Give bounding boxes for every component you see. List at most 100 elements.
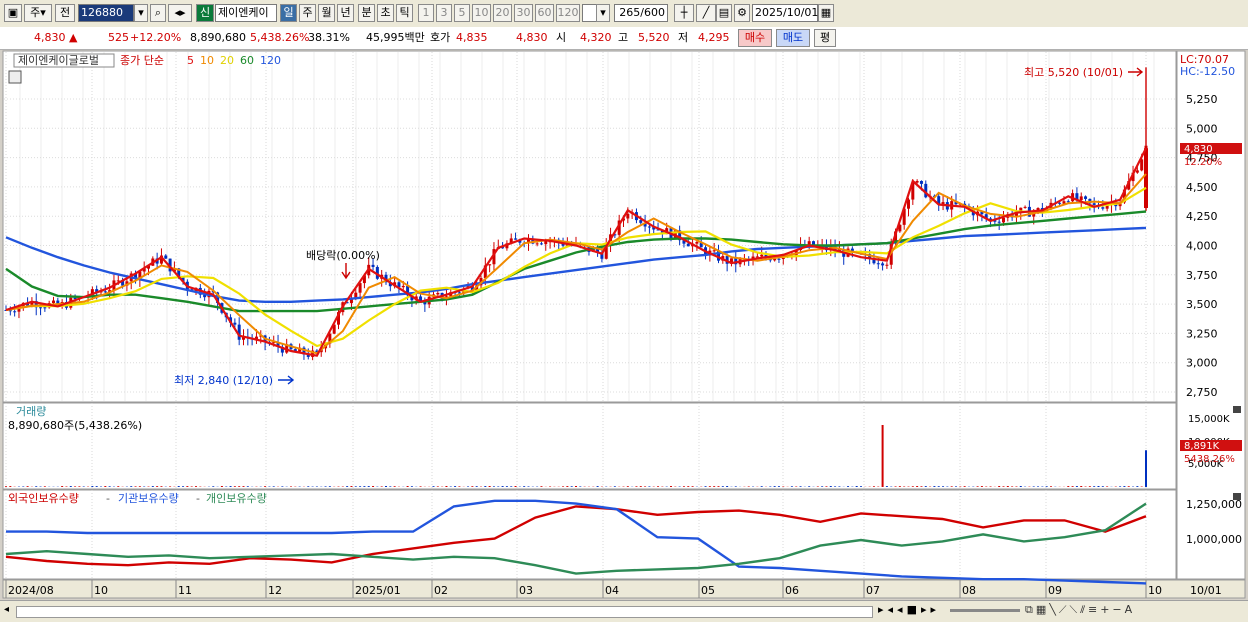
volume-bar <box>657 486 659 487</box>
table-toggle-icon[interactable] <box>9 71 21 83</box>
interval-5[interactable]: 5 <box>454 4 470 22</box>
volume-bar <box>61 486 63 487</box>
interval-60[interactable]: 60 <box>535 4 554 22</box>
bid-label: 호가 <box>430 30 450 46</box>
stock-chart[interactable]: 5,2505,0004,7504,5004,2504,0003,7503,500… <box>0 49 1248 600</box>
candle-body <box>998 222 1001 223</box>
volume-bar <box>977 486 979 487</box>
volume-bar <box>273 486 275 487</box>
stop-icon[interactable]: ■ <box>907 603 921 616</box>
volume-bar <box>27 486 29 487</box>
volume-bar <box>389 486 391 487</box>
holding-panel-close-icon[interactable] <box>1233 493 1241 500</box>
cross-tool-icon[interactable]: + <box>1100 603 1112 616</box>
volume-bar <box>1093 486 1095 487</box>
volume-bar <box>648 486 650 487</box>
sell-button[interactable]: 매도 <box>776 29 810 47</box>
volume-bar <box>571 486 573 487</box>
interval-20[interactable]: 20 <box>493 4 512 22</box>
price-tick-label: 3,250 <box>1186 327 1218 340</box>
volume-bar <box>264 486 266 487</box>
holding-axis-1000000: 1,000,000 <box>1186 533 1242 546</box>
candle-body <box>540 243 543 244</box>
market-select[interactable]: 주▾ <box>24 4 52 22</box>
volume-bar <box>130 486 132 487</box>
minus-tool-icon[interactable]: − <box>1112 603 1124 616</box>
stock-code-input[interactable]: 126880 <box>78 4 134 22</box>
interval-1[interactable]: 1 <box>418 4 434 22</box>
tab-period-second[interactable]: 초 <box>377 4 394 22</box>
scrollbar-track[interactable] <box>16 606 873 618</box>
prev-button[interactable]: 전 <box>55 4 75 22</box>
volume-bar <box>1015 486 1017 487</box>
date-field[interactable]: 2025/10/01 <box>752 4 818 22</box>
candle-body <box>536 243 539 244</box>
candle-body <box>1136 170 1139 172</box>
volume-bar <box>78 486 80 487</box>
bar-count-field[interactable]: 265/600 <box>614 4 668 22</box>
ray-tool-icon[interactable]: ⟋ <box>1059 603 1070 616</box>
calendar-icon[interactable]: ▦ <box>818 4 834 22</box>
trend-tool-icon[interactable]: ⟍ <box>1069 603 1080 616</box>
code-dropdown-icon[interactable]: ▾ <box>134 4 148 22</box>
volume-bar <box>1106 486 1108 487</box>
volume-bar <box>169 486 171 487</box>
speaker-icon[interactable]: ◂▸ <box>168 4 192 22</box>
volume-bar <box>735 486 737 487</box>
channel-tool-icon[interactable]: ⫽ <box>1080 603 1088 616</box>
step-forward-icon[interactable]: ▸ <box>878 603 888 616</box>
volume-bar <box>325 486 327 487</box>
rewind-icon[interactable]: ◂◂ <box>888 603 907 616</box>
draw-tool-icon[interactable]: ╱ <box>696 4 716 22</box>
volume-bar <box>873 486 875 487</box>
tab-period-month[interactable]: 월 <box>318 4 335 22</box>
volume-bar <box>497 486 499 487</box>
interval-120[interactable]: 120 <box>556 4 580 22</box>
low-price: 4,295 <box>698 30 730 46</box>
drawing-tools[interactable]: ⧉▦╲⟋⟍⫽≡+−A <box>1025 603 1240 619</box>
gear-icon[interactable]: ⚙ <box>734 4 750 22</box>
fast-forward-icon[interactable]: ▸▸ <box>921 603 940 616</box>
tab-period-week[interactable]: 주 <box>299 4 316 22</box>
volume-bar <box>614 486 616 487</box>
tab-period-minute[interactable]: 분 <box>358 4 375 22</box>
stock-name-field: 제이엔케이 <box>215 4 277 22</box>
time-tick-label: 03 <box>519 584 533 597</box>
interval-10[interactable]: 10 <box>472 4 491 22</box>
tab-period-tick[interactable]: 틱 <box>396 4 413 22</box>
price-panel <box>3 51 1176 402</box>
zoom-slider[interactable] <box>950 609 1020 612</box>
window-menu-icon[interactable]: ▣ <box>4 4 22 22</box>
tab-period-year[interactable]: 년 <box>337 4 354 22</box>
scroll-left-icon[interactable]: ◂ <box>4 604 14 617</box>
volume-bar <box>709 486 711 487</box>
grid-tool-icon[interactable]: ▦ <box>1036 603 1049 616</box>
volume-bar <box>925 486 927 487</box>
volume-bar <box>687 486 689 487</box>
interval-30[interactable]: 30 <box>514 4 533 22</box>
tab-period-day[interactable]: 일 <box>280 4 297 22</box>
buy-button[interactable]: 매수 <box>738 29 772 47</box>
institution-series-label: 기관보유수량 <box>118 492 179 505</box>
text-tool-icon[interactable]: A <box>1125 603 1136 616</box>
save-icon[interactable]: ▤ <box>716 4 732 22</box>
volume-bar <box>212 486 214 487</box>
fib-tool-icon[interactable]: ≡ <box>1088 603 1100 616</box>
interval-3[interactable]: 3 <box>436 4 452 22</box>
copy-icon[interactable]: ⧉ <box>1025 603 1036 616</box>
volume-bar <box>942 486 944 487</box>
volume-bar <box>372 486 374 487</box>
volume-bar <box>981 486 983 487</box>
price-tick-label: 4,500 <box>1186 181 1218 194</box>
trade-amount: 45,995백만 <box>366 30 425 46</box>
volume-bar <box>411 486 413 487</box>
volume-bar <box>117 486 119 487</box>
volume-panel-close-icon[interactable] <box>1233 406 1241 413</box>
price-tick-label: 3,000 <box>1186 357 1218 370</box>
interval-dropdown-icon[interactable]: ▾ <box>596 4 610 22</box>
volume-bar <box>761 486 763 487</box>
search-icon[interactable]: ⌕ <box>150 4 166 22</box>
eval-button[interactable]: 평 <box>814 29 836 47</box>
candle-type-icon[interactable]: ┼ <box>674 4 694 22</box>
line-tool-icon[interactable]: ╲ <box>1049 603 1059 616</box>
